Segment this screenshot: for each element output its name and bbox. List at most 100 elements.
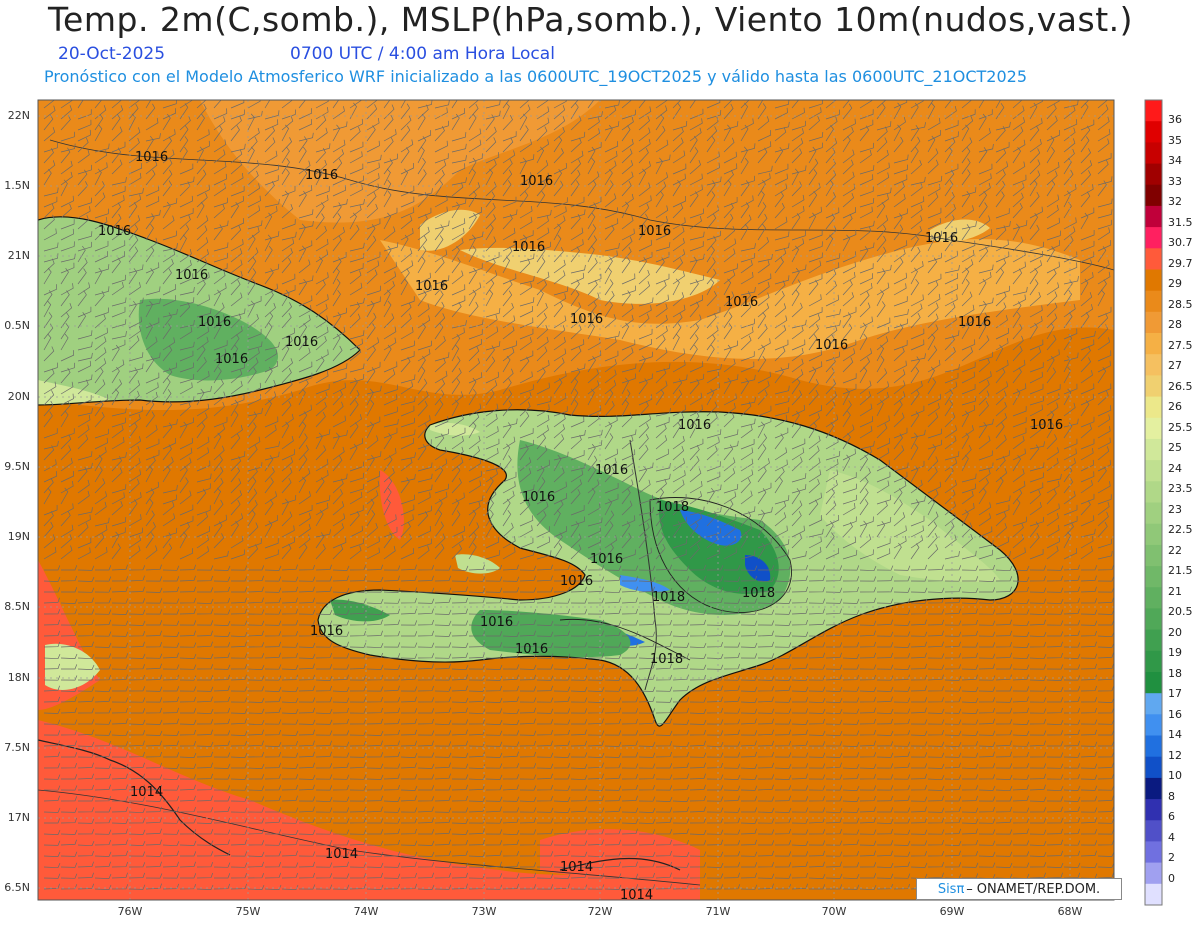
latitude-label: 20N xyxy=(7,390,30,403)
latitude-label: 18N xyxy=(7,671,30,684)
isobar-label: 1016 xyxy=(285,335,319,350)
isobar-label: 1016 xyxy=(135,150,169,165)
longitude-label: 74W xyxy=(353,905,379,918)
latitude-label: 9.5N xyxy=(4,460,30,473)
isobar-label: 1016 xyxy=(1030,418,1064,433)
longitude-label: 72W xyxy=(587,905,613,918)
colorbar-swatch xyxy=(1145,375,1162,398)
colorbar-swatch xyxy=(1145,735,1162,758)
isobar-label: 1016 xyxy=(925,231,959,246)
isobar-label: 1016 xyxy=(198,315,232,330)
latitude-label: 6.5N xyxy=(4,881,30,894)
longitude-label: 70W xyxy=(821,905,847,918)
credit-badge: Sisπ – ONAMET/REP.DOM. xyxy=(916,878,1122,900)
colorbar-label: 14 xyxy=(1168,728,1182,741)
colorbar-label: 28 xyxy=(1168,318,1182,331)
isobar-label: 1016 xyxy=(98,224,132,239)
colorbar-label: 18 xyxy=(1168,666,1182,680)
isobar-label: 1016 xyxy=(305,168,339,183)
isobar-label: 1016 xyxy=(595,463,629,478)
isobar-label: 1016 xyxy=(638,224,672,239)
colorbar-label: 21.5 xyxy=(1168,564,1193,577)
colorbar-swatch xyxy=(1145,502,1162,525)
colorbar-swatch xyxy=(1145,438,1162,461)
colorbar-swatch xyxy=(1145,587,1162,609)
colorbar-swatch xyxy=(1145,311,1162,334)
colorbar-swatch xyxy=(1145,862,1162,885)
colorbar-swatch xyxy=(1145,163,1162,186)
isobar-label: 1014 xyxy=(130,785,164,800)
colorbar-swatch xyxy=(1145,714,1162,736)
colorbar xyxy=(1145,100,1162,906)
colorbar-label: 16 xyxy=(1168,707,1182,721)
colorbar-label: 6 xyxy=(1168,810,1175,823)
latitude-label: 21N xyxy=(7,249,30,262)
longitude-label: 68W xyxy=(1057,905,1083,918)
colorbar-label: 21 xyxy=(1168,584,1182,598)
colorbar-swatch xyxy=(1145,354,1162,376)
longitude-label: 76W xyxy=(117,905,143,918)
sispi-logo-text: Sisπ xyxy=(937,881,965,897)
colorbar-label: 0 xyxy=(1168,871,1175,885)
latitude-label: 17N xyxy=(7,811,30,824)
colorbar-label: 19 xyxy=(1168,646,1182,659)
colorbar-label: 22.5 xyxy=(1168,523,1193,536)
isobar-label: 1018 xyxy=(652,590,686,605)
latitude-label: 1.5N xyxy=(4,179,30,192)
colorbar-label: 2 xyxy=(1168,851,1175,864)
latitude-label: 8.5N xyxy=(4,600,30,613)
colorbar-label: 35 xyxy=(1168,133,1182,147)
latitude-label: 19N xyxy=(7,530,30,543)
colorbar-label: 29.7 xyxy=(1168,256,1193,270)
isobar-label: 1018 xyxy=(742,586,776,601)
colorbar-swatch xyxy=(1145,417,1162,440)
latitude-label: 22N xyxy=(7,109,30,122)
colorbar-swatch xyxy=(1145,841,1162,864)
colorbar-swatch xyxy=(1145,820,1162,842)
isobar-label: 1016 xyxy=(215,352,249,367)
colorbar-swatch xyxy=(1145,227,1162,249)
colorbar-swatch xyxy=(1145,608,1162,631)
isobar-label: 1016 xyxy=(570,312,604,327)
latitude-label: 0.5N xyxy=(4,319,30,332)
longitude-label: 75W xyxy=(235,905,261,918)
colorbar-label: 31.5 xyxy=(1168,215,1193,229)
isobar-label: 1014 xyxy=(325,847,359,862)
colorbar-swatch xyxy=(1145,544,1162,567)
colorbar-swatch xyxy=(1145,460,1162,482)
longitude-label: 73W xyxy=(471,905,497,918)
isobar-label: 1016 xyxy=(480,615,514,630)
isobar-label: 1016 xyxy=(725,295,759,310)
colorbar-swatch xyxy=(1145,100,1162,122)
colorbar-swatch xyxy=(1145,481,1162,503)
colorbar-label: 24 xyxy=(1168,461,1182,475)
isobar-label: 1016 xyxy=(415,279,449,294)
isobar-label: 1018 xyxy=(650,652,684,667)
colorbar-swatch xyxy=(1145,269,1162,292)
colorbar-label: 12 xyxy=(1168,748,1182,762)
colorbar-swatch xyxy=(1145,142,1162,165)
isobar-label: 1014 xyxy=(620,888,654,903)
colorbar-label: 28.5 xyxy=(1168,297,1193,311)
longitude-label: 71W xyxy=(705,905,731,918)
latitude-label: 7.5N xyxy=(4,741,30,754)
isobar-label: 1016 xyxy=(560,574,594,589)
colorbar-swatch xyxy=(1145,333,1162,355)
colorbar-label: 23.5 xyxy=(1168,482,1193,495)
colorbar-label: 36 xyxy=(1168,113,1182,126)
colorbar-label: 32 xyxy=(1168,195,1182,208)
isobar-label: 1016 xyxy=(520,174,554,189)
credit-org: ONAMET/REP.DOM. xyxy=(976,881,1101,897)
colorbar-swatch xyxy=(1145,121,1162,143)
isobar-label: 1014 xyxy=(560,860,594,875)
isobar-label: 1016 xyxy=(590,552,624,567)
isobar-label: 1016 xyxy=(522,490,556,505)
colorbar-label: 17 xyxy=(1168,687,1182,700)
isobar-label: 1016 xyxy=(512,240,546,255)
colorbar-swatch xyxy=(1145,650,1162,673)
colorbar-swatch xyxy=(1145,756,1162,779)
colorbar-label: 25 xyxy=(1168,441,1182,454)
colorbar-swatch xyxy=(1145,693,1162,715)
colorbar-swatch xyxy=(1145,883,1162,906)
colorbar-label: 22 xyxy=(1168,543,1182,557)
